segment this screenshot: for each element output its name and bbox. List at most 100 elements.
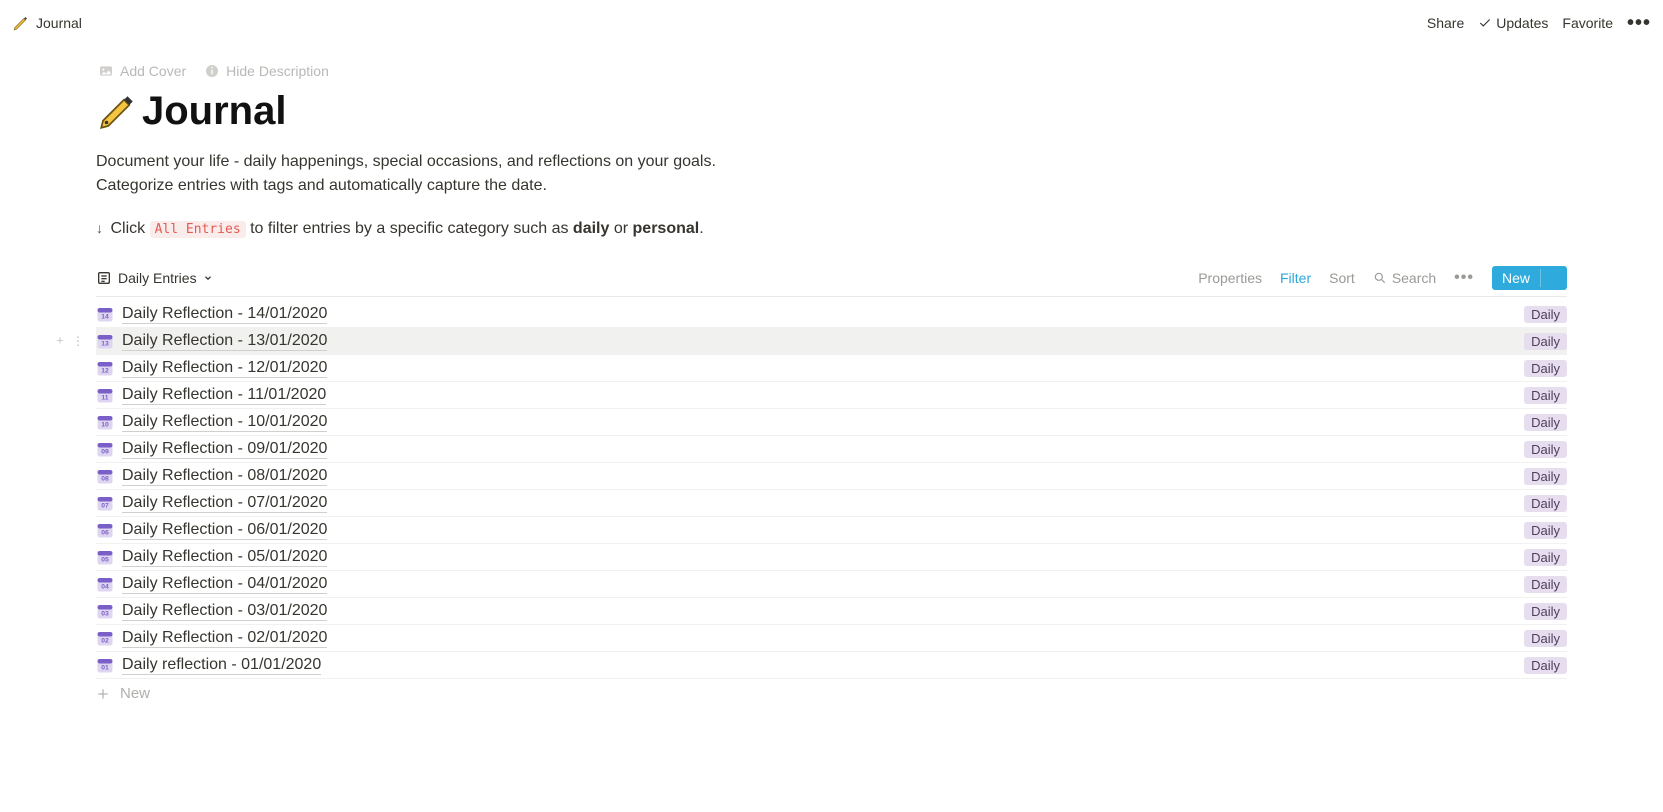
entry-tag: Daily <box>1524 603 1567 620</box>
entry-title: Daily reflection - 01/01/2020 <box>122 656 1524 674</box>
calendar-icon: 05 <box>96 548 114 566</box>
calendar-icon: 14 <box>96 305 114 323</box>
entry-row[interactable]: 01 Daily reflection - 01/01/2020 Daily <box>96 652 1567 679</box>
entry-title: Daily Reflection - 02/01/2020 <box>122 629 1524 647</box>
entry-tag: Daily <box>1524 657 1567 674</box>
svg-text:14: 14 <box>101 314 109 321</box>
entry-title: Daily Reflection - 06/01/2020 <box>122 521 1524 539</box>
entry-row[interactable]: 11 Daily Reflection - 11/01/2020 Daily <box>96 382 1567 409</box>
entry-tag: Daily <box>1524 495 1567 512</box>
entry-tag: Daily <box>1524 468 1567 485</box>
pen-icon <box>96 91 138 133</box>
entry-tag: Daily <box>1524 576 1567 593</box>
svg-text:05: 05 <box>101 557 109 564</box>
page-hint: ↓ Click All Entries to filter entries by… <box>96 220 1567 238</box>
calendar-icon: 08 <box>96 467 114 485</box>
image-icon <box>98 63 114 79</box>
entry-row[interactable]: 06 Daily Reflection - 06/01/2020 Daily <box>96 517 1567 544</box>
entry-title: Daily Reflection - 10/01/2020 <box>122 413 1524 431</box>
view-selector[interactable]: Daily Entries <box>96 270 213 286</box>
breadcrumb[interactable]: Journal <box>12 14 82 32</box>
entry-row[interactable]: 03 Daily Reflection - 03/01/2020 Daily <box>96 598 1567 625</box>
entry-title: Daily Reflection - 07/01/2020 <box>122 494 1524 512</box>
entry-tag: Daily <box>1524 414 1567 431</box>
filter-button[interactable]: Filter <box>1280 270 1311 286</box>
check-icon <box>1478 16 1492 30</box>
entry-tag: Daily <box>1524 630 1567 647</box>
search-icon <box>1373 271 1387 285</box>
down-arrow-icon: ↓ <box>96 220 103 236</box>
svg-text:04: 04 <box>101 584 109 591</box>
chevron-down-icon <box>1549 273 1559 283</box>
entry-title: Daily Reflection - 09/01/2020 <box>122 440 1524 458</box>
search-button[interactable]: Search <box>1373 270 1436 286</box>
favorite-button[interactable]: Favorite <box>1562 15 1613 31</box>
calendar-icon: 12 <box>96 359 114 377</box>
entry-title: Daily Reflection - 04/01/2020 <box>122 575 1524 593</box>
entry-row[interactable]: 05 Daily Reflection - 05/01/2020 Daily <box>96 544 1567 571</box>
entry-row[interactable]: 13 Daily Reflection - 13/01/2020 Daily <box>96 328 1567 355</box>
svg-text:13: 13 <box>101 341 109 348</box>
entry-tag: Daily <box>1524 522 1567 539</box>
entries-list: 14 Daily Reflection - 14/01/2020 Daily 1… <box>96 301 1567 679</box>
entry-tag: Daily <box>1524 549 1567 566</box>
entry-tag: Daily <box>1524 387 1567 404</box>
share-button[interactable]: Share <box>1427 15 1464 31</box>
entry-row[interactable]: 09 Daily Reflection - 09/01/2020 Daily <box>96 436 1567 463</box>
entry-title: Daily Reflection - 11/01/2020 <box>122 386 1524 404</box>
svg-text:01: 01 <box>101 665 109 672</box>
entry-row[interactable]: 12 Daily Reflection - 12/01/2020 Daily <box>96 355 1567 382</box>
svg-text:10: 10 <box>101 422 109 429</box>
calendar-icon: 09 <box>96 440 114 458</box>
entry-title: Daily Reflection - 03/01/2020 <box>122 602 1524 620</box>
calendar-icon: 01 <box>96 656 114 674</box>
db-more-icon[interactable]: ••• <box>1454 269 1474 287</box>
calendar-icon: 10 <box>96 413 114 431</box>
svg-text:07: 07 <box>101 503 109 510</box>
sort-button[interactable]: Sort <box>1329 270 1355 286</box>
entry-title: Daily Reflection - 13/01/2020 <box>122 332 1524 350</box>
svg-text:02: 02 <box>101 638 109 645</box>
calendar-icon: 07 <box>96 494 114 512</box>
entry-title: Daily Reflection - 05/01/2020 <box>122 548 1524 566</box>
chevron-down-icon <box>203 273 213 283</box>
svg-text:06: 06 <box>101 530 109 537</box>
add-cover-button[interactable]: Add Cover <box>98 63 186 79</box>
calendar-icon: 02 <box>96 629 114 647</box>
new-button-dropdown[interactable] <box>1540 269 1567 287</box>
svg-text:03: 03 <box>101 611 109 618</box>
entry-title: Daily Reflection - 12/01/2020 <box>122 359 1524 377</box>
calendar-icon: 04 <box>96 575 114 593</box>
entry-tag: Daily <box>1524 441 1567 458</box>
entry-tag: Daily <box>1524 360 1567 377</box>
entry-row[interactable]: 08 Daily Reflection - 08/01/2020 Daily <box>96 463 1567 490</box>
calendar-icon: 06 <box>96 521 114 539</box>
new-row-button[interactable]: New <box>96 679 1567 708</box>
entry-row[interactable]: 10 Daily Reflection - 10/01/2020 Daily <box>96 409 1567 436</box>
svg-text:12: 12 <box>101 368 109 375</box>
entry-row[interactable]: 07 Daily Reflection - 07/01/2020 Daily <box>96 490 1567 517</box>
calendar-icon: 11 <box>96 386 114 404</box>
entry-row[interactable]: 14 Daily Reflection - 14/01/2020 Daily <box>96 301 1567 328</box>
entry-tag: Daily <box>1524 333 1567 350</box>
calendar-icon: 13 <box>96 332 114 350</box>
list-icon <box>96 270 112 286</box>
updates-button[interactable]: Updates <box>1478 15 1548 31</box>
info-icon <box>204 63 220 79</box>
svg-text:08: 08 <box>101 476 109 483</box>
more-menu-icon[interactable]: ••• <box>1627 13 1651 33</box>
properties-button[interactable]: Properties <box>1198 270 1262 286</box>
pen-icon <box>12 14 30 32</box>
entry-tag: Daily <box>1524 306 1567 323</box>
new-button[interactable]: New <box>1492 266 1567 290</box>
page-description[interactable]: Document your life - daily happenings, s… <box>96 150 1567 198</box>
hint-code: All Entries <box>150 221 246 238</box>
breadcrumb-title: Journal <box>36 15 82 31</box>
svg-text:11: 11 <box>101 395 108 402</box>
page-title[interactable]: Journal <box>142 89 286 134</box>
entry-row[interactable]: 04 Daily Reflection - 04/01/2020 Daily <box>96 571 1567 598</box>
entry-row[interactable]: 02 Daily Reflection - 02/01/2020 Daily <box>96 625 1567 652</box>
hide-description-button[interactable]: Hide Description <box>204 63 329 79</box>
entry-title: Daily Reflection - 14/01/2020 <box>122 305 1524 323</box>
svg-text:09: 09 <box>101 449 109 456</box>
